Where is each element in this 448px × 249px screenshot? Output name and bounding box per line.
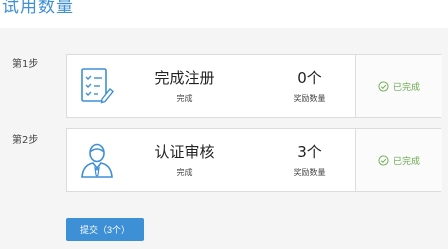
task-name: 完成注册 <box>154 69 215 87</box>
user-verify-icon <box>67 129 127 191</box>
task-status: 完成 <box>176 94 193 103</box>
reward-count: 3个 <box>297 143 322 161</box>
done-status: 已完成 <box>356 129 442 191</box>
done-text: 已完成 <box>392 82 420 93</box>
checklist-edit-icon <box>67 55 127 117</box>
page-title: 试用数量 <box>2 0 74 17</box>
reward-label: 奖励数量 <box>293 168 326 177</box>
reward-count: 0个 <box>297 69 322 87</box>
done-text: 已完成 <box>392 156 420 167</box>
task-name: 认证审核 <box>154 143 215 161</box>
submit-button[interactable]: 提交（3个） <box>66 218 144 241</box>
task-status: 完成 <box>176 168 193 177</box>
check-circle-icon <box>378 80 389 92</box>
step-label: 第2步 <box>12 135 39 146</box>
check-circle-icon <box>378 154 389 166</box>
step-label: 第1步 <box>12 59 39 70</box>
reward-label: 奖励数量 <box>293 94 326 103</box>
step-card-register: 完成注册 完成 0个 奖励数量 已完成 <box>66 54 442 118</box>
done-status: 已完成 <box>356 55 442 117</box>
step-card-verify: 认证审核 完成 3个 奖励数量 已完成 <box>66 128 442 192</box>
